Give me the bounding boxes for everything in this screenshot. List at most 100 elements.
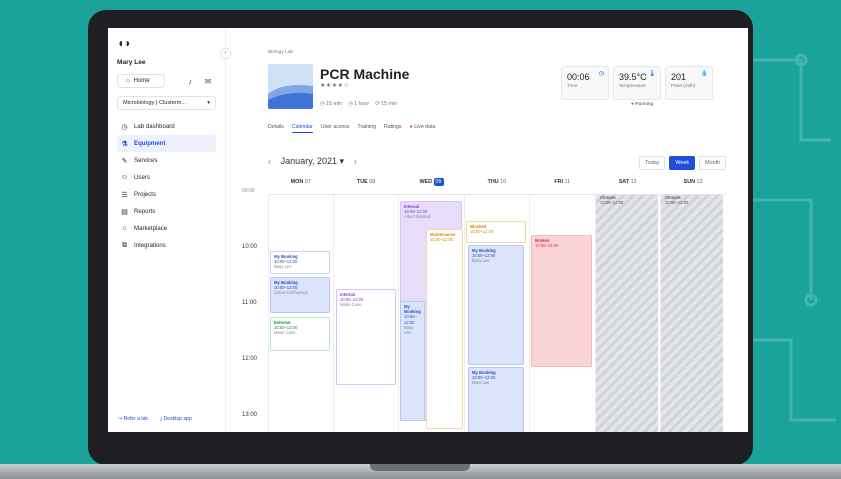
prev-week-button[interactable]: ‹ <box>268 157 271 166</box>
day-name: THU <box>487 179 499 185</box>
users-icon: ☺ <box>120 174 129 181</box>
event-card[interactable]: My Booking 10:00–12:00 Mary Lee <box>270 251 330 274</box>
day-number: 11 <box>564 179 571 185</box>
tab-training[interactable]: Training <box>357 124 376 133</box>
day-headers: MON 07 TUE 08 WED 09 THU 10 FRI 11 SAT 1… <box>268 178 726 186</box>
app-logo-icon[interactable]: ◖◗ <box>117 37 216 49</box>
event-card[interactable]: Blocked 10:00–12:00 <box>466 221 526 243</box>
sidebar-item-label: Users <box>134 174 150 181</box>
status-badge: ● Running <box>631 102 653 107</box>
week-view-button[interactable]: Week <box>669 156 696 170</box>
today-button[interactable]: Today <box>639 156 666 170</box>
sidebar-item-marketplace[interactable]: ⌂ Marketplace <box>117 220 216 237</box>
drop-icon: 💧 <box>700 71 708 77</box>
stat-time: ◷ 00:06 Time <box>561 66 609 100</box>
app-screen: ◖◗ Mary Lee ⌂ Home ♪ ✉ Microbiology | Cl… <box>108 28 748 432</box>
day-header-tue: TUE 08 <box>333 179 398 185</box>
event-owner: Albert Einstein <box>404 214 431 220</box>
equipment-icon: ⚗ <box>121 140 128 148</box>
tab-calendar[interactable]: Calendar <box>291 124 313 133</box>
day-column[interactable] <box>268 195 333 432</box>
event-card[interactable]: Internal 10:00–12:00 Marie Curie <box>336 289 396 385</box>
tab-ratings[interactable]: Ratings <box>384 124 402 133</box>
desktop-app-link[interactable]: ⤓ Desktop app <box>160 416 192 422</box>
stat-label: Temperature <box>619 84 646 89</box>
day-number: 08 <box>369 179 376 185</box>
month-label: January, 2021 <box>280 156 338 166</box>
chevron-down-icon: ▾ <box>207 100 210 106</box>
tab-details[interactable]: Details <box>268 124 284 133</box>
laptop-notch <box>370 464 470 471</box>
thermometer-icon: 🌡 <box>648 71 656 77</box>
duration-item: ◷ 1 hour <box>348 101 370 107</box>
hour-label: 11:00 <box>242 300 257 306</box>
bell-icon[interactable]: ♪ <box>183 77 197 86</box>
sidebar-item-reports[interactable]: ▤ Reports <box>117 203 216 220</box>
event-card[interactable]: External 10:00–12:00 Marie Curie <box>270 317 330 351</box>
day-number: 10 <box>500 179 507 185</box>
stat-label: Feed (ml/h) <box>671 84 696 89</box>
event-card[interactable]: Closure 10:00–12:00 <box>597 193 655 209</box>
tab-live-data[interactable]: ● Live data <box>410 124 436 133</box>
sidebar-nav: ◷ Lab dashboard ⚗ Equipment ✎ Services ☺ Use… <box>117 118 216 254</box>
sidebar-item-label: Lab dashboard <box>134 123 175 130</box>
event-card[interactable]: My Booking 10:00–12:00 Simon Kimheeson <box>270 277 330 313</box>
event-owner: Mary Lee <box>472 380 490 386</box>
integrations-icon: ⧉ <box>122 241 127 249</box>
hour-label: 13:00 <box>242 412 258 418</box>
sidebar-item-label: Reports <box>134 208 156 215</box>
equipment-image <box>268 64 313 109</box>
sidebar-item-label: Services <box>134 157 158 164</box>
sidebar-item-equipment[interactable]: ⚗ Equipment <box>117 135 216 152</box>
refer-label: Refer a lab <box>123 416 149 422</box>
event-card[interactable]: Broken 10:00–12:00 <box>531 235 592 367</box>
event-card[interactable]: My Booking 10:00–12:00 Mary Lee <box>468 367 524 432</box>
sidebar-item-label: Marketplace <box>134 225 168 232</box>
services-icon: ✎ <box>121 157 128 165</box>
event-owner: Mary Lee <box>274 264 292 270</box>
sidebar-item-lab-dashboard[interactable]: ◷ Lab dashboard <box>117 118 216 135</box>
home-button[interactable]: ⌂ Home <box>117 74 165 88</box>
sidebar-item-integrations[interactable]: ⧉ Integrations <box>117 237 216 254</box>
refer-a-lab-link[interactable]: ↪ Refer a lab <box>118 416 148 422</box>
event-card[interactable]: My Booking 10:00–12:00 Mary Lee <box>400 301 425 421</box>
event-card[interactable]: Closure 10:00–12:00 <box>662 193 720 209</box>
org-select-value: Microbiology | Clusterm... <box>123 100 187 106</box>
sidebar-item-label: Integrations <box>134 242 166 249</box>
day-header-sat: SAT 12 <box>595 179 660 185</box>
sidebar-item-projects[interactable]: ☰ Projects <box>117 186 216 203</box>
event-card[interactable]: My Booking 10:00–12:00 Mary Lee <box>468 245 524 365</box>
event-owner: Mary Lee <box>472 258 490 264</box>
sidebar-item-label: Projects <box>134 191 157 198</box>
org-select[interactable]: Microbiology | Clusterm... ▾ <box>117 96 216 110</box>
stat-temperature: 🌡 39.5°C Temperature <box>613 66 661 100</box>
event-owner: Marie Curie <box>340 302 362 308</box>
home-label: Home <box>133 78 150 84</box>
breadcrumb[interactable]: Biology Lab <box>268 50 293 55</box>
event-time: 10:00–12:00 <box>535 243 559 249</box>
hour-label: 10:00 <box>242 244 258 250</box>
sidebar-item-services[interactable]: ✎ Services <box>117 152 216 169</box>
stat-label: Time <box>567 84 578 89</box>
duration-item: ⟳ 15 min <box>375 101 397 107</box>
day-number: 07 <box>304 179 311 185</box>
day-column-closed <box>595 195 658 432</box>
sidebar-item-users[interactable]: ☺ Users <box>117 169 216 186</box>
day-header-wed: WED 09 <box>399 178 464 186</box>
projects-icon: ☰ <box>121 191 128 199</box>
equipment-tabs: Details Calendar User access Training Ra… <box>268 124 435 133</box>
main-content: Biology Lab PCR Machine ★★★★☆ ◷ 15 min ◷… <box>226 28 748 432</box>
next-week-button[interactable]: › <box>354 157 357 166</box>
day-name: WED <box>419 179 433 185</box>
day-header-fri: FRI 11 <box>530 179 595 185</box>
event-card[interactable]: Maintenance 10:00–12:00 <box>426 229 463 429</box>
month-view-button[interactable]: Month <box>699 156 727 170</box>
day-number: 12 <box>630 179 637 185</box>
day-name: SUN <box>683 179 695 185</box>
dashboard-icon: ◷ <box>121 123 128 131</box>
inbox-icon[interactable]: ✉ <box>201 77 215 86</box>
day-name: SAT <box>618 179 630 185</box>
event-time: 10:00–12:00 <box>600 200 624 206</box>
tab-user-access[interactable]: User access <box>321 124 350 133</box>
month-selector[interactable]: January, 2021 ▾ <box>281 156 344 167</box>
